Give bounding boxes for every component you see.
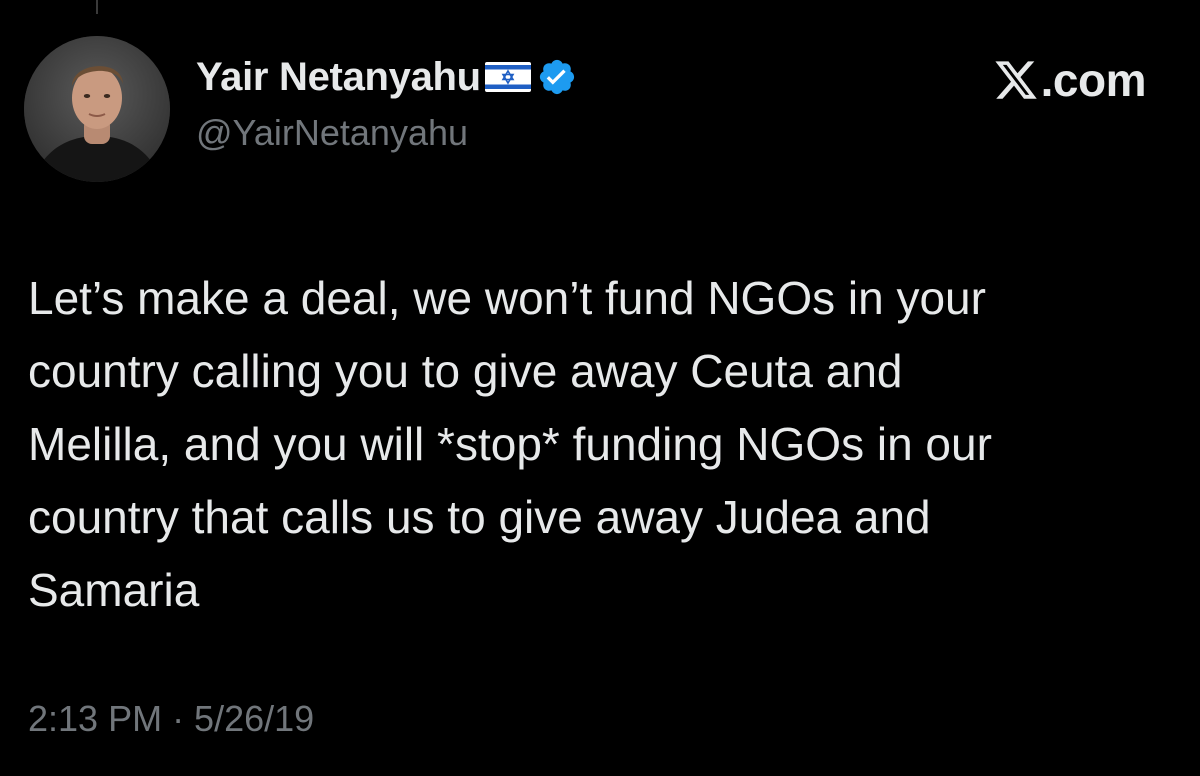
verified-badge-icon[interactable]	[537, 57, 577, 97]
display-name[interactable]: Yair Netanyahu	[196, 55, 481, 100]
display-name-row: Yair Netanyahu	[196, 52, 577, 102]
avatar[interactable]	[24, 36, 170, 182]
brand-domain: .com	[1040, 54, 1147, 106]
brand-logo: .com	[993, 50, 1147, 110]
user-info: Yair Netanyahu @YairNetanyahu	[196, 52, 577, 154]
tweet-card: Yair Netanyahu @YairNetanyahu .com Let’s…	[0, 0, 1200, 776]
tweet-text-line: Melilla, and you will *stop* funding NGO…	[28, 418, 992, 470]
tweet-text-line: country calling you to give away Ceuta a…	[28, 345, 903, 397]
tweet-text-line: Let’s make a deal, we won’t fund NGOs in…	[28, 272, 986, 324]
tweet-text-line: country that calls us to give away Judea…	[28, 491, 931, 543]
x-logo-icon	[993, 57, 1039, 103]
thread-connector	[96, 0, 98, 14]
tweet-text: Let’s make a deal, we won’t fund NGOs in…	[28, 262, 1178, 627]
tweet-timestamp[interactable]: 2:13 PM · 5/26/19	[28, 698, 314, 740]
user-handle[interactable]: @YairNetanyahu	[196, 112, 577, 154]
tweet-text-line: Samaria	[28, 564, 200, 616]
avatar-photo	[24, 36, 170, 182]
israel-flag-icon	[484, 62, 531, 92]
